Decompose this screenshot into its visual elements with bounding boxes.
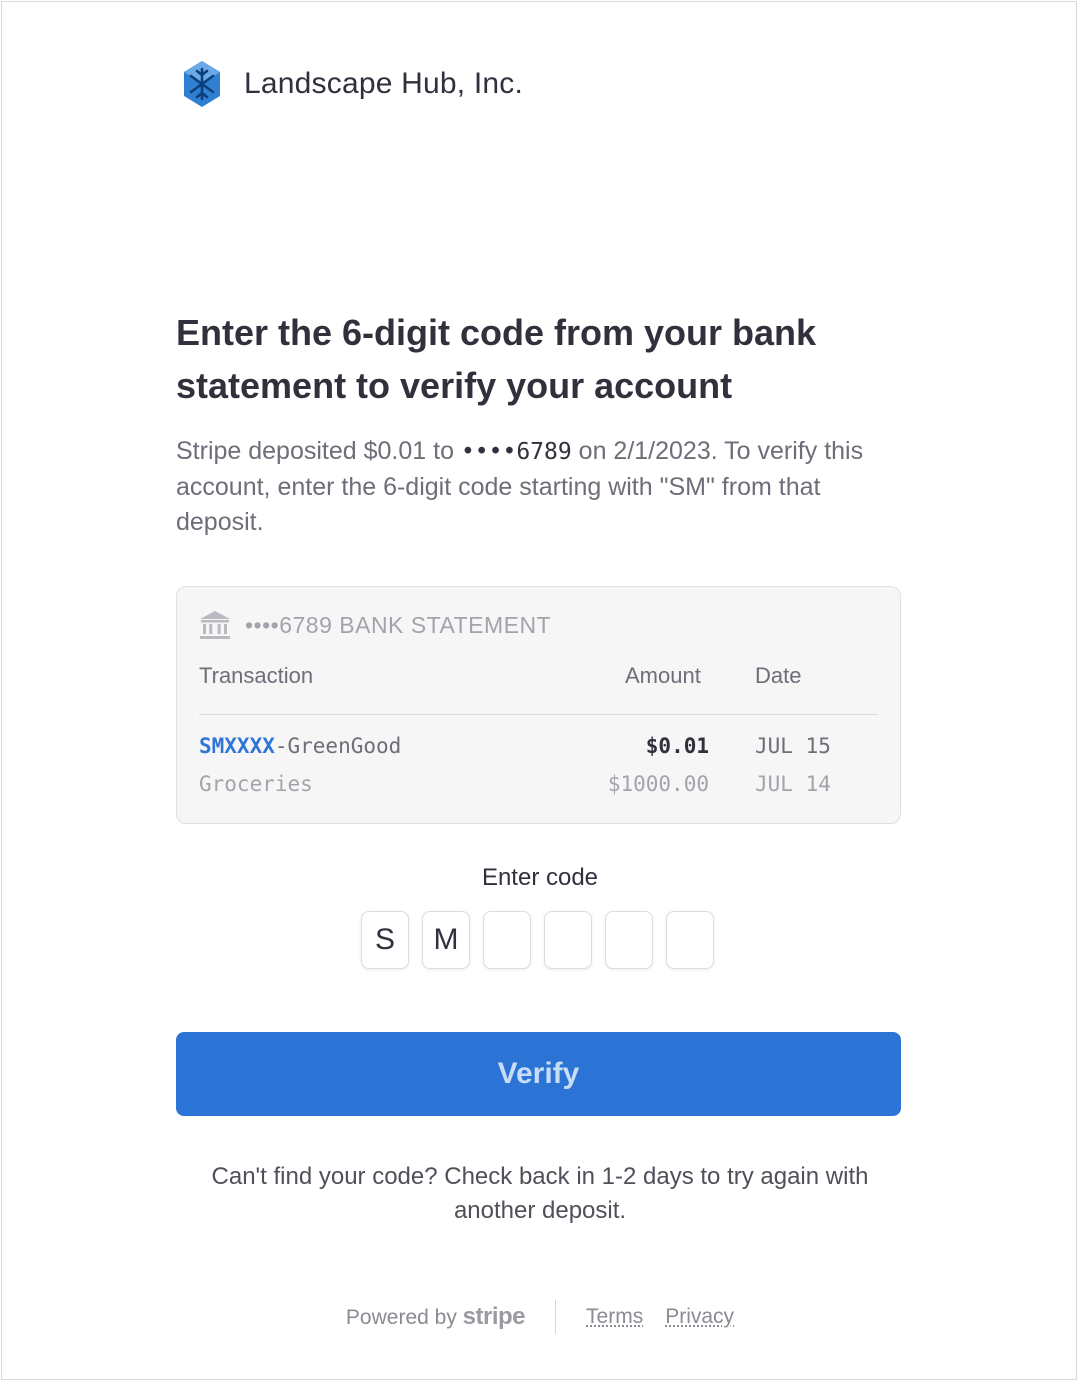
table-divider <box>199 714 878 715</box>
table-row: Groceries $1000.00 JUL 14 <box>177 767 900 801</box>
powered-by-stripe[interactable]: Powered by stripe <box>345 1303 526 1331</box>
company-name: Landscape Hub, Inc. <box>244 67 523 100</box>
instructions-lead: Stripe deposited $0.01 to <box>176 437 461 465</box>
code-digit-input-1[interactable]: S <box>361 911 409 969</box>
code-digit-input-3[interactable] <box>483 911 531 969</box>
transaction-cell: SMXXXX-GreenGood <box>199 729 401 763</box>
terms-link[interactable]: Terms <box>586 1305 643 1329</box>
statement-title-text: ••••6789 BANK STATEMENT <box>245 611 552 638</box>
code-input-group: S M <box>361 911 714 969</box>
code-digit-input-6[interactable] <box>666 911 714 969</box>
code-digit-input-5[interactable] <box>605 911 653 969</box>
enter-code-label: Enter code <box>481 864 599 891</box>
page-frame: Landscape Hub, Inc. Enter the 6-digit co… <box>1 1 1077 1380</box>
amount-cell: $1000.00 <box>607 772 709 796</box>
code-digit-input-2[interactable]: M <box>422 911 470 969</box>
page-title: Enter the 6-digit code from your bank st… <box>176 312 817 406</box>
footer-divider <box>555 1300 557 1334</box>
help-text: Can't find your code? Check back in 1-2 … <box>211 1163 869 1224</box>
date-cell: JUL 15 <box>755 734 831 758</box>
privacy-link[interactable]: Privacy <box>665 1305 734 1329</box>
statement-title: ••••6789 BANK STATEMENT <box>199 609 551 641</box>
transaction-description: Groceries <box>199 772 313 796</box>
powered-by-label: Powered by <box>345 1306 457 1329</box>
bank-icon <box>200 611 230 639</box>
snowflake-logo-icon <box>184 61 220 107</box>
column-header-transaction: Transaction <box>199 663 314 688</box>
code-digit-input-4[interactable] <box>544 911 592 969</box>
column-header-amount: Amount <box>625 663 701 688</box>
account-mask: ••••6789 <box>460 439 572 465</box>
footer: Powered by stripe Terms Privacy <box>2 1300 1078 1334</box>
verify-button[interactable]: Verify <box>176 1032 901 1116</box>
table-row: SMXXXX-GreenGood $0.01 JUL 15 <box>177 729 900 763</box>
amount-cell: $0.01 <box>645 734 709 758</box>
instructions-text: Stripe deposited $0.01 to ••••6789 on 2/… <box>176 434 906 540</box>
date-cell: JUL 14 <box>755 772 831 796</box>
code-prefix: SMXXXX <box>199 734 275 758</box>
stripe-logo: stripe <box>462 1303 526 1330</box>
transaction-description: -GreenGood <box>274 734 402 758</box>
merchant-header: Landscape Hub, Inc. <box>180 58 523 110</box>
column-header-date: Date <box>755 663 802 688</box>
bank-statement-card: ••••6789 BANK STATEMENT Transaction Amou… <box>176 586 901 824</box>
transaction-cell: Groceries <box>199 767 313 801</box>
